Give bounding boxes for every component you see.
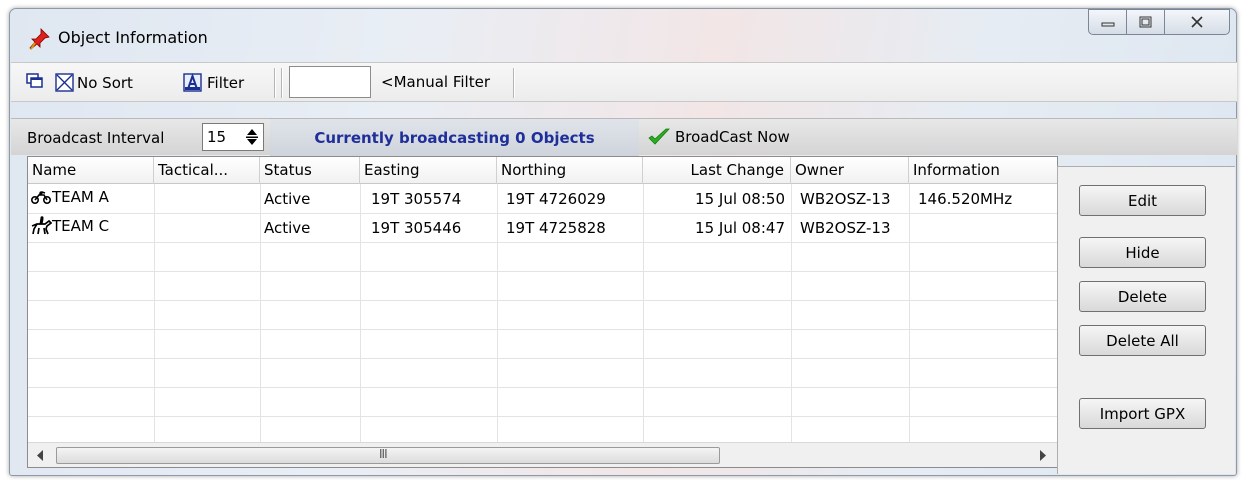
maximize-button[interactable] (1126, 9, 1165, 35)
edit-button[interactable]: Edit (1079, 185, 1206, 216)
broadcast-interval-label: Broadcast Interval (27, 129, 165, 147)
minimize-button[interactable] (1088, 9, 1127, 35)
owner-cell: WB2OSZ-13 (800, 219, 891, 237)
column-header-easting[interactable]: Easting (360, 157, 497, 184)
northing-cell: 19T 4726029 (506, 190, 606, 208)
broadcast-status-text: Currently broadcasting 0 Objects (314, 129, 595, 147)
broadcast-status-box: Currently broadcasting 0 Objects (270, 119, 639, 156)
easting-cell: 19T 305574 (371, 190, 462, 208)
grid-line (28, 416, 1057, 417)
motorcycle-icon (30, 191, 52, 205)
action-button-panel: Edit Hide Delete Delete All Import GPX (1057, 166, 1235, 474)
column-header-information[interactable]: Information (909, 157, 1057, 184)
spin-up-down-icon (246, 129, 258, 145)
column-header-status[interactable]: Status (260, 157, 360, 184)
window-title: Object Information (58, 28, 208, 47)
horse-rider-icon (31, 216, 52, 235)
no-sort-icon (55, 73, 74, 92)
column-header-last-change[interactable]: Last Change (643, 157, 791, 184)
row-name: TEAM C (52, 217, 110, 235)
minimize-icon (1101, 22, 1114, 27)
no-sort-button[interactable]: No Sort (55, 73, 133, 93)
filter-icon (183, 73, 202, 92)
name-cell: TEAM C (30, 216, 109, 236)
grid-line (28, 387, 1057, 388)
owner-cell: WB2OSZ-13 (800, 190, 891, 208)
grid-line (28, 242, 1057, 243)
toolbar-separator (274, 68, 276, 98)
column-header-owner[interactable]: Owner (791, 157, 909, 184)
delete-all-button[interactable]: Delete All (1079, 325, 1206, 356)
manual-filter-label: <Manual Filter (381, 73, 490, 91)
toolbar: No Sort Filter <Manual Filter (11, 62, 1237, 102)
window-controls (1088, 9, 1230, 35)
close-icon (1191, 16, 1203, 28)
column-header-tactical[interactable]: Tactical... (154, 157, 260, 184)
thumb-grip: III (379, 447, 388, 461)
column-header-northing[interactable]: Northing (497, 157, 643, 184)
scrollbar-thumb[interactable]: III (56, 447, 720, 464)
delete-button[interactable]: Delete (1079, 281, 1206, 312)
column-header-name[interactable]: Name (28, 157, 154, 184)
status-cell: Active (264, 190, 311, 208)
last-change-cell: 15 Jul 08:50 (695, 190, 785, 208)
last-change-cell: 15 Jul 08:47 (695, 219, 785, 237)
broadcast-interval-value: 15 (207, 128, 227, 146)
green-check-icon (648, 128, 670, 145)
grid-line (28, 358, 1057, 359)
name-cell: TEAM A (30, 188, 109, 206)
maximize-icon (1139, 16, 1151, 28)
toolbar-separator (513, 68, 515, 98)
table-header: Name Tactical... Status Easting Northing… (28, 157, 1057, 184)
title-bar[interactable]: Object Information (10, 9, 1236, 61)
broadcast-now-button[interactable]: BroadCast Now (647, 127, 790, 147)
information-cell: 146.520MHz (918, 190, 1013, 208)
filter-button[interactable]: Filter (183, 73, 244, 93)
manual-filter-text: <Manual Filter (381, 73, 490, 91)
spinner-arrows[interactable] (243, 126, 261, 148)
northing-cell: 19T 4725828 (506, 219, 606, 237)
table-row[interactable]: TEAM A Active 19T 305574 19T 4726029 15 … (28, 184, 1057, 213)
scroll-right-icon[interactable] (1039, 450, 1047, 461)
grid-line (28, 329, 1057, 330)
broadcast-now-label: BroadCast Now (675, 128, 790, 146)
object-information-window: Object Information No Sort Filter <Manua… (9, 8, 1237, 476)
grid-line (28, 300, 1057, 301)
hide-button[interactable]: Hide (1079, 237, 1206, 268)
toolbar-separator (281, 68, 283, 98)
cascade-windows-icon (26, 73, 43, 88)
pushpin-icon (29, 28, 50, 50)
manual-filter-input[interactable] (289, 66, 371, 98)
horizontal-scrollbar[interactable]: III (28, 442, 1057, 467)
objects-table[interactable]: Name Tactical... Status Easting Northing… (27, 156, 1058, 468)
import-gpx-button[interactable]: Import GPX (1079, 398, 1206, 429)
table-row[interactable]: TEAM C Active 19T 305446 19T 4725828 15 … (28, 213, 1057, 242)
broadcast-interval-spinner[interactable]: 15 (202, 123, 264, 151)
easting-cell: 19T 305446 (371, 219, 462, 237)
status-cell: Active (264, 219, 311, 237)
close-button[interactable] (1164, 9, 1230, 35)
broadcast-bar: Broadcast Interval 15 Currently broadcas… (11, 118, 1237, 156)
filter-label: Filter (207, 74, 245, 92)
scroll-left-icon[interactable] (36, 450, 44, 461)
grid-line (28, 271, 1057, 272)
row-name: TEAM A (52, 188, 109, 206)
cascade-button[interactable] (26, 73, 46, 91)
no-sort-label: No Sort (77, 74, 133, 92)
